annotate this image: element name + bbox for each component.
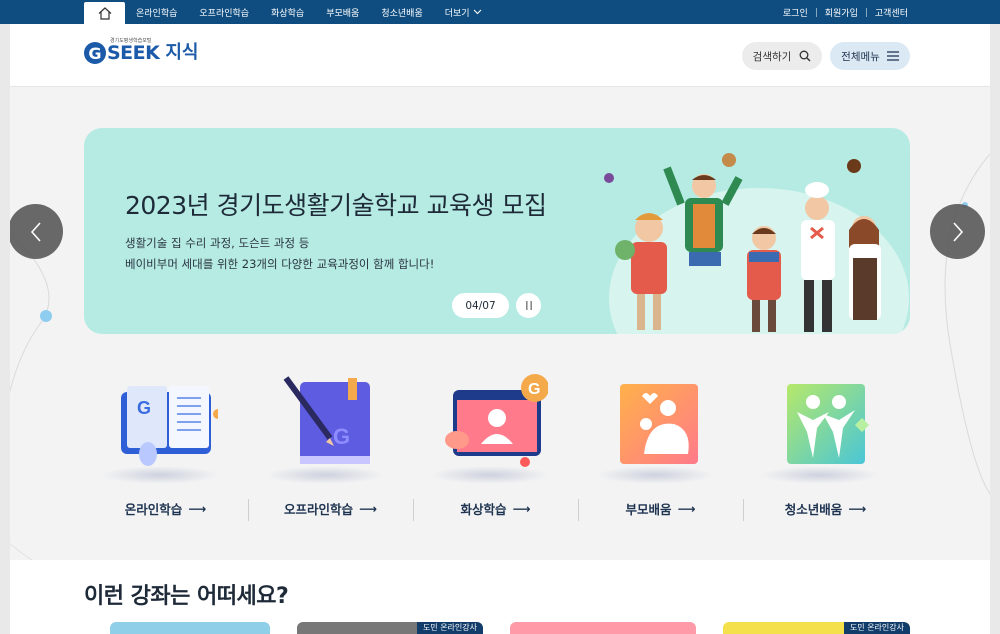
youth-icon (787, 384, 870, 464)
logo-word: SEEK (107, 42, 160, 64)
topnav-parent[interactable]: 부모배움 (326, 6, 359, 19)
parent-child-icon (620, 384, 698, 464)
svg-text:G: G (137, 398, 151, 418)
banner-description-line1: 생활기술 집 수리 과정, 도슨트 과정 등 (125, 236, 310, 250)
banner-prev-button[interactable] (10, 204, 63, 259)
search-icon (799, 50, 811, 62)
offline-book-icon: G (283, 376, 370, 464)
logo-g-icon: G (84, 42, 106, 64)
course-badge: 도민 온라인강사 (843, 622, 910, 634)
video-call-icon: G (445, 374, 548, 467)
course-card[interactable] (510, 622, 696, 634)
category-label-text: 부모배움 (625, 502, 672, 517)
all-menu-button[interactable]: 전체메뉴 (830, 42, 910, 70)
arrow-right-icon: ⟶ (848, 501, 867, 516)
category-label-text: 화상학습 (460, 502, 507, 517)
chevron-down-icon (473, 9, 481, 15)
course-card[interactable] (110, 622, 270, 634)
chevron-right-icon (952, 221, 963, 242)
topnav-more-label: 더보기 (444, 8, 470, 19)
category-video-label: 화상학습 ⟶ (413, 499, 578, 518)
category-label-text: 청소년배움 (784, 502, 843, 517)
topnav-more[interactable]: 더보기 (445, 6, 482, 19)
banner-title: 2023년 경기도생활기술학교 교육생 모집 (125, 191, 547, 220)
hamburger-icon (886, 51, 899, 61)
top-menu: 온라인학습 오프라인학습 화상학습 부모배움 청소년배움 더보기 (136, 0, 504, 24)
category-parent-label: 부모배움 ⟶ (578, 499, 743, 518)
category-label-text: 온라인학습 (124, 502, 183, 517)
topnav-youth[interactable]: 청소년배움 (381, 6, 422, 19)
divider (815, 7, 817, 17)
arrow-right-icon: ⟶ (512, 501, 531, 516)
login-link[interactable]: 로그인 (783, 6, 808, 19)
category-online-label: 온라인학습 ⟶ (83, 499, 248, 518)
arrow-right-icon: ⟶ (188, 501, 207, 516)
topnav-online[interactable]: 온라인학습 (136, 6, 177, 19)
category-youth-label: 청소년배움 ⟶ (743, 499, 908, 518)
pause-icon (525, 301, 532, 310)
svg-text:G: G (528, 381, 540, 398)
top-navigation-bar: 온라인학습 오프라인학습 화상학습 부모배움 청소년배움 더보기 로그인 회원가… (0, 0, 1000, 24)
all-menu-label: 전체메뉴 (841, 50, 880, 63)
banner-description: 생활기술 집 수리 과정, 도슨트 과정 등 베이비부머 세대를 위한 23개의… (125, 233, 434, 275)
online-book-icon: G (121, 386, 218, 466)
logo-tagline: 경기도평생학습포털 (110, 38, 152, 44)
search-button[interactable]: 검색하기 (742, 42, 822, 70)
banner-description-line2: 베이비부머 세대를 위한 23개의 다양한 교육과정이 함께 합니다! (125, 257, 435, 271)
divider (865, 7, 867, 17)
site-header: 경기도평생학습포털 G SEEK 지식 검색하기 전체메뉴 (10, 24, 990, 87)
arrow-right-icon: ⟶ (677, 501, 696, 516)
home-icon (98, 6, 111, 20)
category-offline-label: 오프라인학습 ⟶ (248, 499, 413, 518)
main-banner[interactable]: 2023년 경기도생활기술학교 교육생 모집 생활기술 집 수리 과정, 도슨트… (84, 128, 910, 334)
category-offline[interactable]: G 오프라인학습 ⟶ (248, 374, 413, 524)
svg-text:G: G (333, 424, 350, 449)
category-online[interactable]: G 온라인학습 ⟶ (83, 374, 248, 524)
topnav-offline[interactable]: 오프라인학습 (199, 6, 249, 19)
banner-illustration (604, 153, 909, 334)
signup-link[interactable]: 회원가입 (825, 6, 858, 19)
chevron-left-icon (30, 221, 41, 242)
course-card[interactable]: 도민 온라인강사 (297, 622, 483, 634)
pause-button[interactable] (516, 293, 541, 318)
banner-next-button[interactable] (930, 204, 985, 259)
category-video[interactable]: G 화상학습 ⟶ (413, 374, 578, 524)
category-parent[interactable]: 부모배움 ⟶ (578, 374, 743, 524)
course-badge: 도민 온라인강사 (416, 622, 483, 634)
category-label-text: 오프라인학습 (284, 502, 354, 517)
course-card[interactable]: 도민 온라인강사 (723, 622, 910, 634)
logo-korean: 지식 (165, 42, 199, 63)
topnav-video[interactable]: 화상학습 (271, 6, 304, 19)
category-youth[interactable]: 청소년배움 ⟶ (743, 374, 908, 524)
page-frame: 경기도평생학습포털 G SEEK 지식 검색하기 전체메뉴 2023년 경기도생… (10, 24, 990, 634)
banner-pager: 04/07 (452, 293, 509, 318)
customer-center-link[interactable]: 고객센터 (875, 6, 908, 19)
home-tab[interactable] (84, 2, 125, 24)
arrow-right-icon: ⟶ (359, 501, 377, 516)
recommend-title: 이런 강좌는 어떠세요? (84, 584, 289, 609)
utility-links: 로그인 회원가입 고객센터 (783, 0, 908, 24)
search-button-label: 검색하기 (752, 50, 792, 63)
site-logo[interactable]: 경기도평생학습포털 G SEEK 지식 (84, 38, 199, 64)
